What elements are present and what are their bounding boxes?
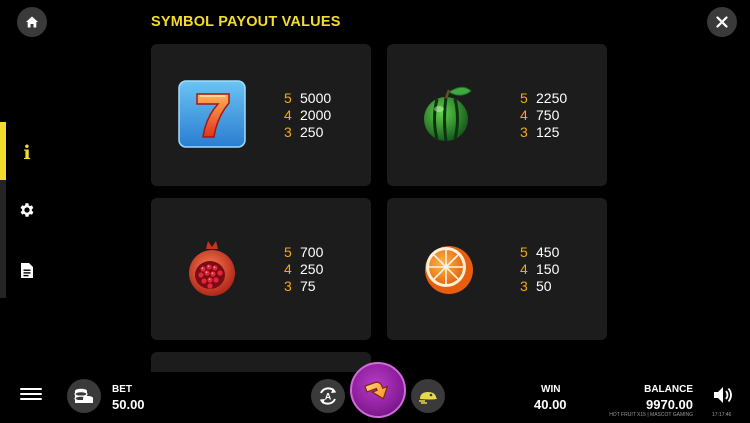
payout-value: 2250 (536, 90, 568, 106)
payout-row: 4 150 (520, 261, 559, 278)
payout-row: 4 2000 (284, 107, 331, 124)
payout-value: 250 (300, 124, 324, 140)
game-credit: HOT FRUIT X15 | MASCOT GAMING (609, 412, 693, 418)
spin-arrow-icon (364, 381, 389, 400)
payout-row: 5 2250 (520, 90, 567, 107)
payout-value: 5000 (300, 90, 332, 106)
payout-value: 450 (536, 244, 560, 260)
home-icon (26, 16, 38, 28)
autoplay-button[interactable]: A (311, 379, 345, 413)
payout-row: 3 75 (284, 278, 323, 295)
spin-button[interactable] (350, 362, 406, 418)
payout-count: 4 (284, 261, 292, 277)
payout-count: 3 (284, 124, 292, 140)
hamburger-icon (20, 387, 42, 391)
payout-count: 3 (520, 124, 528, 140)
payout-count: 5 (284, 244, 292, 260)
payout-value: 2000 (300, 107, 332, 123)
info-icon: i (23, 142, 31, 164)
payout-row: 5 700 (284, 244, 323, 261)
tab-info[interactable]: i (14, 140, 40, 166)
payout-value: 150 (536, 261, 560, 277)
turbo-icon (419, 392, 437, 404)
sound-button[interactable] (712, 384, 736, 406)
payout-row: 3 50 (520, 278, 559, 295)
bet-button[interactable] (67, 379, 101, 413)
close-button[interactable] (707, 7, 737, 37)
payout-count: 4 (520, 107, 528, 123)
payout-count: 4 (520, 261, 528, 277)
payout-value: 75 (300, 278, 316, 294)
bet-value: 50.00 (112, 397, 145, 412)
clock: 17:17:46 (712, 412, 732, 418)
close-icon (716, 16, 728, 28)
svg-text:A: A (325, 392, 332, 402)
home-button[interactable] (17, 7, 47, 37)
payout-value: 250 (300, 261, 324, 277)
autoplay-icon: A (320, 387, 336, 405)
win-value: 40.00 (534, 397, 567, 412)
page-title: SYMBOL PAYOUT VALUES (151, 14, 341, 30)
gear-icon (20, 203, 34, 217)
side-nav-active-indicator (0, 122, 6, 180)
payout-value: 750 (536, 107, 560, 123)
payout-row: 4 750 (520, 107, 567, 124)
payout-value: 700 (300, 244, 324, 260)
payout-row: 3 125 (520, 124, 567, 141)
orange-icon (425, 246, 473, 294)
payout-count: 4 (284, 107, 292, 123)
balance-label: BALANCE (644, 384, 693, 395)
payout-value: 125 (536, 124, 560, 140)
bet-label: BET (112, 384, 132, 395)
symbol-panel-orange: 5 450 4 150 3 50 (387, 198, 607, 340)
seven-icon (178, 80, 246, 148)
symbol-panel-watermelon: 5 2250 4 750 3 125 (387, 44, 607, 186)
pomegranate-icon (189, 241, 235, 296)
document-icon (21, 262, 33, 278)
menu-button[interactable] (20, 385, 42, 405)
symbol-panel-partial (151, 352, 371, 372)
balance-value: 9970.00 (646, 397, 693, 412)
payout-count: 3 (520, 278, 528, 294)
tab-settings[interactable] (14, 197, 40, 223)
payout-count: 5 (520, 90, 528, 106)
win-label: WIN (541, 384, 561, 395)
watermelon-icon (424, 86, 472, 142)
payout-row: 5 450 (520, 244, 559, 261)
speaker-icon (714, 387, 732, 403)
payout-row: 4 250 (284, 261, 323, 278)
payout-value: 50 (536, 278, 552, 294)
payout-count: 3 (284, 278, 292, 294)
payout-count: 5 (520, 244, 528, 260)
symbol-panel-seven: 5 5000 4 2000 3 250 (151, 44, 371, 186)
payout-list: 5 450 4 150 3 50 (520, 244, 559, 295)
payout-row: 3 250 (284, 124, 331, 141)
payout-list: 5 700 4 250 3 75 (284, 244, 323, 295)
payout-row: 5 5000 (284, 90, 331, 107)
tab-rules[interactable] (14, 257, 40, 283)
symbol-panel-pomegranate: 5 700 4 250 3 75 (151, 198, 371, 340)
coin-stack-icon (74, 388, 93, 403)
turbo-button[interactable] (411, 379, 445, 413)
payout-count: 5 (284, 90, 292, 106)
payout-list: 5 2250 4 750 3 125 (520, 90, 567, 141)
payout-list: 5 5000 4 2000 3 250 (284, 90, 331, 141)
